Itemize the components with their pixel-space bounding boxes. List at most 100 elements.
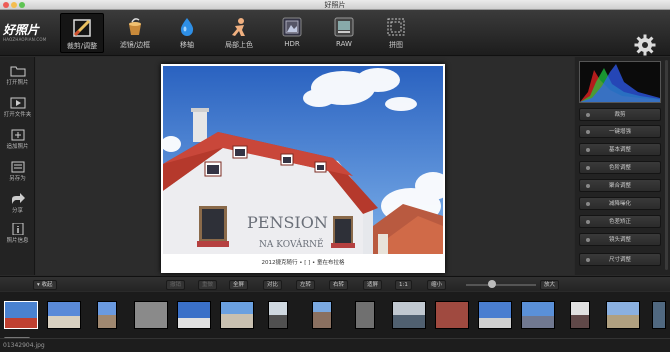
tool-label: 移轴 [180, 41, 194, 49]
tool-raw[interactable]: RAW [322, 13, 366, 53]
panel-item-chroma[interactable]: 色差矫正 [579, 215, 661, 228]
bullet-icon [586, 220, 590, 224]
collage-icon [387, 18, 405, 36]
hdr-icon [282, 17, 302, 37]
sidebar-item-label: 打开文件夹 [3, 112, 32, 118]
folder-play-icon [10, 97, 25, 109]
panel-item-aggregate[interactable]: 聚合调整 [579, 179, 661, 192]
sidebar-item-label: 分享 [11, 208, 23, 214]
save-as-icon [11, 161, 24, 173]
sidebar-item-open-folder[interactable]: 打开文件夹 [0, 97, 35, 118]
panel-item-label: 基本调整 [608, 147, 631, 153]
filmstrip-thumb[interactable] [652, 301, 666, 329]
filmstrip-thumb[interactable] [4, 301, 38, 329]
tool-label: 局部上色 [225, 41, 253, 49]
filter-cup-icon [129, 18, 141, 35]
zoom-slider[interactable] [466, 284, 536, 286]
collapse-button[interactable]: ▾ 收起 [33, 280, 57, 290]
panel-item-label: 色阶调整 [608, 165, 631, 171]
panel-item-label: 尺寸调整 [608, 257, 631, 263]
tool-tilt-shift[interactable]: 移轴 [165, 13, 209, 53]
tool-label: 滤镜/边框 [119, 41, 151, 49]
filmstrip-thumb[interactable] [220, 301, 254, 329]
tool-filters-frames[interactable]: 滤镜/边框 [113, 13, 157, 53]
rotate-right-button[interactable]: 右转 [329, 280, 349, 290]
sign-kovarne: NA KOVÁRNĚ [259, 238, 324, 250]
filmstrip-thumb[interactable] [268, 301, 288, 329]
gear-icon[interactable] [633, 33, 657, 57]
bullet-icon [586, 202, 590, 206]
tool-partial-color[interactable]: 局部上色 [217, 13, 261, 53]
panel-item-auto-enhance[interactable]: 一键增强 [579, 125, 661, 138]
histogram [579, 61, 661, 103]
bullet-icon [586, 130, 590, 134]
panel-item-label: 镜头调整 [608, 237, 631, 243]
filmstrip-thumb[interactable] [312, 301, 332, 329]
sidebar-item-label: 另存为 [9, 176, 26, 182]
bullet-icon [586, 166, 590, 170]
add-photo-icon [11, 129, 24, 141]
compare-button[interactable]: 对比 [263, 280, 283, 290]
actual-size-button[interactable]: 1:1 [395, 280, 412, 290]
filmstrip-thumb[interactable] [134, 301, 168, 329]
zoom-slider-knob[interactable] [488, 280, 496, 288]
folder-icon [10, 66, 25, 77]
panel-scrollbar[interactable] [665, 60, 668, 270]
info-icon [12, 223, 23, 235]
rotate-left-button[interactable]: 左转 [296, 280, 316, 290]
crop-brush-icon [73, 19, 91, 37]
fit-screen-button[interactable]: 适屏 [363, 280, 383, 290]
panel-item-resize[interactable]: 尺寸调整 [579, 253, 661, 266]
logo-url: HAOZHAOPIAN.COM [3, 37, 47, 42]
bullet-icon [586, 148, 590, 152]
filmstrip-thumb[interactable] [97, 301, 117, 329]
bullet-icon [586, 113, 590, 117]
redo-button[interactable]: 重做 [198, 280, 218, 290]
status-filename: 01342904.jpg [3, 342, 45, 349]
window-title: 好照片 [324, 1, 346, 9]
sidebar-item-label: 追加照片 [6, 144, 29, 150]
zoom-out-button[interactable]: 缩小 [427, 280, 447, 290]
tool-label: RAW [336, 40, 352, 48]
zoom-in-button[interactable]: 放大 [540, 280, 560, 290]
panel-item-noise[interactable]: 减降噪化 [579, 197, 661, 210]
filmstrip-thumb[interactable] [355, 301, 375, 329]
left-sidebar: 打开照片 打开文件夹 追加照片 另存为 分享 照片信息 [0, 57, 35, 275]
panel-item-levels[interactable]: 色阶调整 [579, 161, 661, 174]
panel-item-label: 裁剪 [614, 112, 626, 118]
panel-item-label: 聚合调整 [608, 183, 631, 189]
filmstrip-thumb[interactable] [47, 301, 81, 329]
panel-item-lens[interactable]: 镜头调整 [579, 233, 661, 246]
histogram-chart [580, 64, 660, 102]
bottom-toolbar: ▾ 收起 撤销 重做 全屏 对比 左转 右转 适屏 1:1 缩小 放大 [0, 276, 670, 291]
panel-item-basic-adjust[interactable]: 基本调整 [579, 143, 661, 156]
title-bar: 好照片 [0, 0, 670, 10]
fullscreen-button[interactable]: 全屏 [229, 280, 249, 290]
filmstrip-thumb[interactable] [392, 301, 426, 329]
figure-color-icon [232, 18, 245, 36]
filmstrip-thumb[interactable] [478, 301, 512, 329]
filmstrip-thumb[interactable] [177, 301, 211, 329]
main-photo[interactable]: PENSION NA KOVÁRNĚ [163, 66, 443, 254]
filmstrip-thumb[interactable] [435, 301, 469, 329]
sidebar-item-label: 打开照片 [6, 80, 29, 86]
panel-item-label: 色差矫正 [608, 219, 631, 225]
tool-label: HDR [284, 40, 300, 48]
sidebar-item-save-as[interactable]: 另存为 [0, 161, 35, 182]
tool-collage[interactable]: 拼图 [374, 13, 418, 53]
raw-icon [334, 17, 354, 37]
panel-item-crop[interactable]: 裁剪 [579, 108, 661, 121]
sidebar-item-share[interactable]: 分享 [0, 193, 35, 214]
tool-label: 裁剪/调整 [66, 42, 98, 50]
sidebar-item-photo-info[interactable]: 照片信息 [0, 223, 35, 244]
sidebar-item-add-photo[interactable]: 追加照片 [0, 129, 35, 150]
sidebar-item-open-photo[interactable]: 打开照片 [0, 65, 35, 86]
undo-button[interactable]: 撤销 [166, 280, 186, 290]
tool-crop-adjust[interactable]: 裁剪/调整 [60, 13, 104, 53]
tool-hdr[interactable]: HDR [270, 13, 314, 53]
filmstrip-thumb[interactable] [521, 301, 555, 329]
filmstrip-thumb[interactable] [606, 301, 640, 329]
status-bar: 01342904.jpg [0, 338, 670, 352]
filmstrip-thumb[interactable] [570, 301, 590, 329]
bullet-icon [586, 238, 590, 242]
